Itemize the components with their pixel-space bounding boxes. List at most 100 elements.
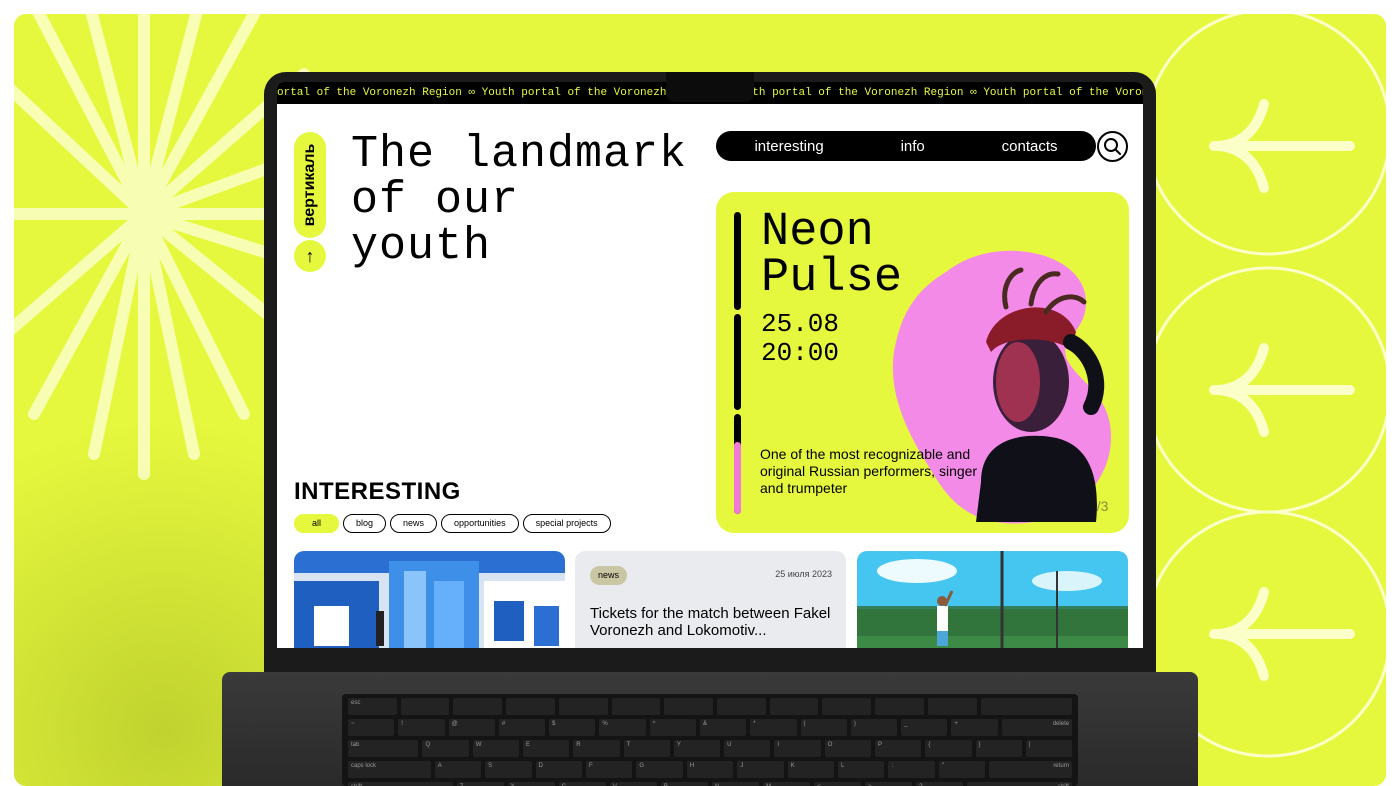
section-title: INTERESTING [294, 478, 461, 505]
tile-news[interactable]: news 25 июля 2023 Tickets for the match … [575, 551, 846, 648]
key[interactable]: Q [422, 740, 469, 757]
caps-lock-key[interactable]: caps lock [348, 761, 431, 778]
key[interactable]: * [750, 719, 797, 736]
search-button[interactable] [1097, 131, 1128, 162]
nav-item-interesting[interactable]: interesting [754, 138, 823, 155]
key-row-2: ~ ! @ # $ % ^ & * ( ) _ + delete [342, 719, 1078, 736]
key[interactable] [611, 698, 661, 715]
key[interactable]: S [485, 761, 532, 778]
key[interactable]: < [814, 782, 862, 786]
filter-special-projects[interactable]: special projects [522, 514, 611, 533]
key[interactable]: + [951, 719, 998, 736]
key[interactable] [453, 698, 503, 715]
key[interactable]: > [865, 782, 913, 786]
key[interactable]: @ [448, 719, 495, 736]
key[interactable]: J [737, 761, 784, 778]
filter-all[interactable]: all [294, 514, 340, 533]
featured-event-card[interactable]: Neon Pulse 25.08 20:00 One of the most r… [716, 192, 1129, 533]
key[interactable] [875, 698, 924, 715]
site-logo[interactable]: вертикаль [294, 132, 326, 238]
event-title-line-1: Neon [761, 206, 874, 259]
tab-key[interactable]: tab [348, 740, 419, 757]
key[interactable]: : [888, 761, 935, 778]
key[interactable]: ! [398, 719, 445, 736]
key[interactable]: X [507, 782, 555, 786]
key[interactable]: $ [549, 719, 596, 736]
key[interactable]: N [711, 782, 760, 786]
website-screen: ortal of the Voronezh Region ∞ Youth por… [277, 82, 1143, 648]
filter-blog[interactable]: blog [343, 514, 387, 533]
key[interactable]: W [472, 740, 519, 757]
filter-news[interactable]: news [390, 514, 438, 533]
key[interactable]: O [824, 740, 871, 757]
key[interactable]: L [838, 761, 885, 778]
main-nav: interesting info contacts [716, 131, 1096, 161]
key[interactable]: U [724, 740, 771, 757]
key[interactable]: ( [800, 719, 847, 736]
nav-item-contacts[interactable]: contacts [1002, 138, 1058, 155]
tile-tennis[interactable] [857, 551, 1128, 648]
key[interactable]: | [1025, 740, 1073, 757]
key[interactable]: } [975, 740, 1022, 757]
event-datetime: 25.08 20:00 [761, 310, 839, 368]
key[interactable] [558, 698, 608, 715]
key[interactable] [717, 698, 766, 715]
tile-exhibition[interactable] [294, 551, 565, 648]
key[interactable]: G [636, 761, 683, 778]
delete-key[interactable]: delete [1001, 719, 1073, 736]
key[interactable] [927, 698, 977, 715]
shift-key-right[interactable]: shift [967, 782, 1072, 786]
key[interactable]: Y [673, 740, 721, 757]
key[interactable]: % [599, 719, 646, 736]
key[interactable]: H [686, 761, 734, 778]
key[interactable]: { [925, 740, 972, 757]
key[interactable]: V [609, 782, 657, 786]
news-title: Tickets for the match between Fakel Voro… [590, 605, 831, 639]
key[interactable]: ) [850, 719, 898, 736]
news-tag[interactable]: news [590, 566, 628, 585]
key[interactable]: P [874, 740, 922, 757]
key[interactable] [769, 698, 819, 715]
nav-item-info[interactable]: info [901, 138, 925, 155]
key[interactable]: ~ [348, 719, 395, 736]
arrow-up-icon[interactable]: ↑ [294, 240, 326, 272]
key[interactable]: Z [456, 782, 504, 786]
key[interactable] [664, 698, 714, 715]
key[interactable]: D [535, 761, 582, 778]
power-key[interactable] [980, 698, 1073, 715]
tennis-photo [857, 551, 1128, 648]
key[interactable]: B [660, 782, 708, 786]
event-time: 20:00 [761, 338, 840, 368]
key[interactable]: esc [348, 698, 397, 715]
shift-key-left[interactable]: shift [348, 782, 453, 786]
keyboard: esc ~ ! @ # $ % ^ & * ( ) _ + delete tab… [342, 694, 1078, 786]
key[interactable]: ^ [649, 719, 696, 736]
key[interactable]: _ [901, 719, 948, 736]
key[interactable]: C [558, 782, 606, 786]
return-key[interactable]: return [989, 761, 1072, 778]
key-row-4: caps lock A S D F G H J K L : " return [342, 761, 1078, 778]
key[interactable]: A [434, 761, 482, 778]
key[interactable]: # [498, 719, 546, 736]
key[interactable]: T [623, 740, 670, 757]
exhibition-photo [294, 551, 565, 648]
progress-segment-3 [734, 414, 741, 514]
filter-opportunities[interactable]: opportunities [441, 514, 519, 533]
hero-line-1: The landmark [351, 129, 688, 180]
key[interactable] [822, 698, 872, 715]
key[interactable] [506, 698, 555, 715]
key[interactable]: I [774, 740, 821, 757]
event-description: One of the most recognizable and origina… [760, 446, 978, 496]
laptop-base: esc ~ ! @ # $ % ^ & * ( ) _ + delete tab… [222, 672, 1198, 786]
key[interactable]: E [523, 740, 570, 757]
key[interactable] [400, 698, 450, 715]
key[interactable]: F [585, 761, 633, 778]
key[interactable]: " [938, 761, 986, 778]
key[interactable]: R [573, 740, 620, 757]
key[interactable]: M [763, 782, 811, 786]
key-row-5: shift Z X C V B N M < > ? shift [342, 782, 1078, 786]
key[interactable]: K [787, 761, 835, 778]
key[interactable]: & [699, 719, 747, 736]
key-row-3: tab Q W E R T Y U I O P { } | [342, 740, 1078, 757]
key[interactable]: ? [916, 782, 964, 786]
